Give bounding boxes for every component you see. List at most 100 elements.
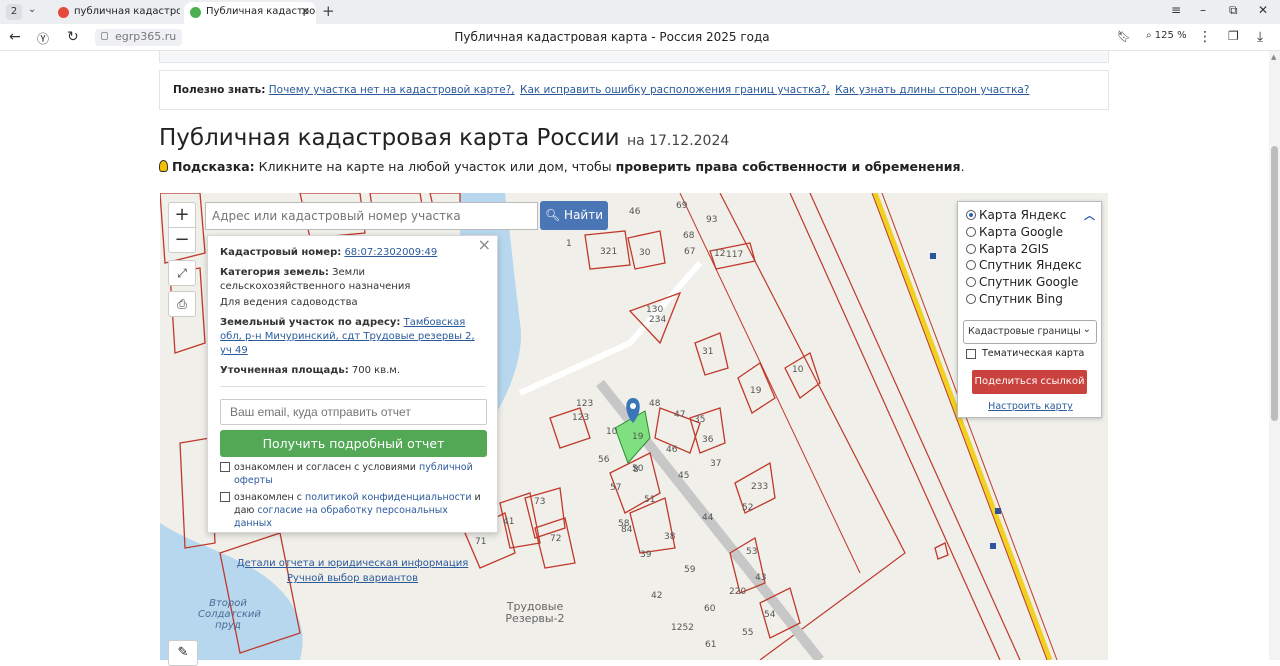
plot-number-label: 59	[684, 565, 696, 575]
details-link[interactable]: Детали отчета и юридическая информация	[237, 558, 468, 569]
plot-number-label: 61	[705, 640, 717, 650]
plot-number-label: 45	[678, 471, 690, 481]
plot-number-label: 123	[576, 399, 594, 409]
popup-links: Детали отчета и юридическая информация Р…	[220, 556, 485, 586]
close-icon[interactable]: ×	[478, 237, 491, 253]
plot-number-label: 31	[702, 347, 714, 357]
plot-number-label: 53	[746, 547, 758, 557]
hint-label: Подсказка:	[172, 159, 255, 174]
plot-number-label: 71	[475, 537, 487, 547]
search-input[interactable]	[205, 202, 538, 230]
bookmark-icon[interactable]: 🔖︎	[1117, 30, 1131, 43]
plot-number-label: 30	[639, 248, 651, 258]
manual-select-link[interactable]: Ручной выбор вариантов	[287, 573, 418, 584]
plot-number-label: 10	[606, 427, 618, 437]
tab-2-active[interactable]: Публичная кадастровая ✕	[184, 2, 316, 24]
top-strip	[159, 51, 1109, 63]
cadastral-number-row: Кадастровый номер: 68:07:2302009:49	[220, 246, 485, 260]
fullscreen-icon[interactable]: ⤢	[168, 260, 196, 286]
area-row: Уточненная площадь: 700 кв.м.	[220, 364, 485, 378]
chevron-up-icon[interactable]: ︿	[1084, 207, 1095, 223]
zoom-indicator[interactable]: ⌕ 125 %	[1146, 30, 1187, 41]
thematic-checkbox[interactable]	[966, 348, 976, 359]
layer-option-2[interactable]: Карта 2GIS	[966, 242, 1049, 256]
browser-tab-bar: 2 ⌄ публичная кадастровая к Публичная ка…	[0, 0, 1280, 24]
email-field[interactable]	[220, 399, 487, 425]
download-icon[interactable]: ⤓	[1257, 29, 1263, 45]
chevron-down-icon[interactable]: ⌄	[28, 4, 36, 15]
plot-number-label: 10	[792, 365, 804, 375]
tab-1[interactable]: публичная кадастровая к	[52, 2, 180, 24]
cat-label: Категория земель:	[220, 267, 329, 278]
zoom-out-button[interactable]: −	[168, 227, 196, 253]
share-link-button[interactable]: Поделиться ссылкой	[972, 370, 1087, 394]
get-report-button[interactable]: Получить подробный отчет	[220, 430, 487, 457]
layer-option-3[interactable]: Спутник Яндекс	[966, 258, 1082, 272]
pin-center	[630, 403, 636, 409]
zoom-in-button[interactable]: +	[168, 202, 196, 228]
plot-number-label: 1	[566, 239, 572, 249]
scroll-up-icon[interactable]: ▲	[1271, 53, 1276, 61]
maximize-icon[interactable]: ⧉	[1229, 3, 1238, 18]
layer-option-0[interactable]: Карта Яндекс	[966, 208, 1066, 222]
plot-number-label: 117	[726, 250, 744, 260]
more-vertical-icon[interactable]: ⋮	[1198, 29, 1212, 45]
hint-end: .	[960, 159, 965, 174]
print-icon[interactable]: ⎙	[168, 291, 196, 317]
close-window-icon[interactable]: ✕	[1258, 3, 1268, 17]
layer-option-4[interactable]: Спутник Google	[966, 275, 1078, 289]
page-scrollbar[interactable]: ▲	[1269, 51, 1280, 660]
info-label: Полезно знать:	[173, 84, 266, 96]
privacy-link[interactable]: политикой конфиденциальности	[305, 492, 472, 503]
plot-number-label: 84	[621, 525, 633, 535]
new-tab-plus-icon[interactable]: +	[322, 2, 335, 20]
layer-option-label: Карта 2GIS	[979, 241, 1049, 256]
layer-option-1[interactable]: Карта Google	[966, 225, 1063, 239]
thematic-map-checkbox-row[interactable]: Тематическая карта	[966, 348, 1084, 359]
plot-number-label: 38	[664, 532, 676, 542]
layer-option-5[interactable]: Спутник Bing	[966, 292, 1063, 306]
radio-button[interactable]	[966, 226, 976, 237]
collections-icon[interactable]: ❐	[1228, 29, 1239, 43]
radio-button[interactable]	[966, 294, 976, 304]
radio-button[interactable]	[966, 210, 976, 220]
page-title: Публичная кадастровая карта - Россия 202…	[454, 30, 770, 44]
pencil-icon[interactable]: ✎	[168, 640, 198, 666]
info-link-2[interactable]: Как исправить ошибку расположения границ…	[520, 84, 830, 96]
tab-count-badge[interactable]: 2	[6, 4, 22, 20]
offer-checkbox[interactable]	[220, 462, 230, 472]
menu-icon[interactable]: ≡	[1171, 3, 1181, 17]
road-sign-marker	[995, 508, 1001, 514]
plot-number-label: 39	[640, 550, 652, 560]
plot-number-label: 44	[702, 513, 714, 523]
plot-number-label: 36	[702, 435, 714, 445]
radio-button[interactable]	[966, 260, 976, 271]
cad-number-link[interactable]: 68:07:2302009:49	[344, 247, 437, 258]
radio-button[interactable]	[966, 277, 976, 288]
plot-number-label: 220	[729, 587, 747, 597]
plot-number-label: 93	[706, 215, 718, 225]
minimize-icon[interactable]: –	[1200, 3, 1206, 17]
plot-number-label: 54	[764, 610, 776, 620]
consent-link[interactable]: согласие на обработку персональных данны…	[234, 505, 448, 529]
layer-select[interactable]: Кадастровые границы ⌄	[963, 320, 1097, 344]
info-link-3[interactable]: Как узнать длины сторон участка?	[835, 84, 1029, 96]
heading-date: на 17.12.2024	[626, 133, 730, 149]
radio-button[interactable]	[966, 243, 976, 254]
street	[518, 261, 703, 396]
plot-number-label: 73	[534, 497, 546, 507]
privacy-checkbox-row[interactable]: ознакомлен с политикой конфиденциальност…	[220, 491, 485, 530]
check1-text: ознакомлен и согласен с условиями	[234, 462, 419, 473]
close-tab-icon[interactable]: ✕	[301, 2, 310, 22]
configure-map-link[interactable]: Настроить карту	[958, 401, 1103, 412]
layer-option-label: Спутник Яндекс	[979, 258, 1082, 273]
offer-checkbox-row[interactable]: ознакомлен и согласен с условиями публич…	[220, 461, 485, 487]
info-link-1[interactable]: Почему участка нет на кадастровой карте?…	[269, 84, 515, 96]
find-button[interactable]: 🔍︎ Найти	[540, 201, 608, 230]
plot-number-label: 56	[598, 455, 610, 465]
road-sign-marker	[990, 543, 996, 549]
privacy-checkbox[interactable]	[220, 492, 230, 502]
layer-select-value: Кадастровые границы	[968, 326, 1081, 337]
area-label: Уточненная площадь:	[220, 365, 349, 376]
scrollbar-thumb[interactable]	[1271, 146, 1278, 421]
